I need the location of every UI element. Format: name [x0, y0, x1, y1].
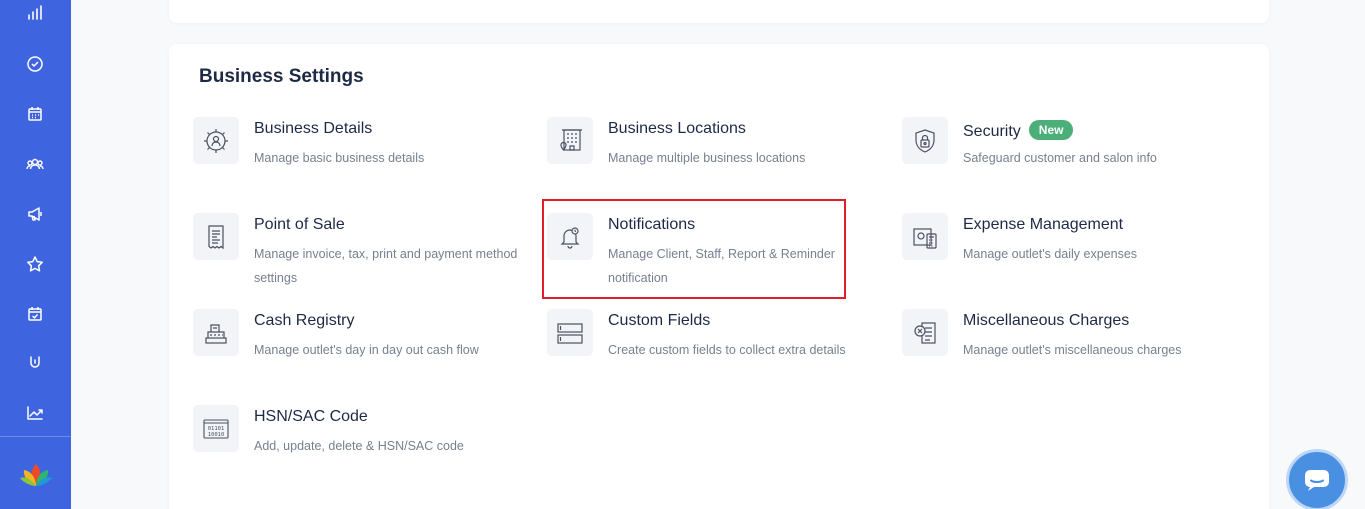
settings-item-point-of-sale[interactable]: Point of Sale Manage invoice, tax, print… [193, 213, 517, 293]
item-title: Miscellaneous Charges [963, 312, 1130, 329]
sidebar [0, 0, 71, 509]
settings-item-hsn-sac-code[interactable]: 01101 10010 HSN/SAC Code Add, update, del… [193, 405, 513, 485]
new-badge: New [1028, 120, 1074, 140]
settings-item-miscellaneous-charges[interactable]: Miscellaneous Charges Manage outlet's mi… [902, 309, 1222, 389]
item-title: Custom Fields [608, 312, 711, 329]
settings-item-custom-fields[interactable]: Custom Fields Create custom fields to co… [547, 309, 867, 389]
chat-bubble-icon [1305, 470, 1329, 491]
brand-logo[interactable] [20, 460, 52, 488]
trend-chart-icon[interactable] [24, 402, 46, 424]
star-icon[interactable] [24, 253, 46, 275]
item-description: Add, update, delete & HSN/SAC code [254, 439, 464, 453]
shield-lock-icon [902, 117, 948, 164]
users-icon[interactable] [24, 153, 46, 175]
item-description: Manage multiple business locations [608, 151, 806, 165]
settings-item-business-locations[interactable]: Business Locations Manage multiple busin… [547, 117, 867, 197]
receipt-icon [193, 213, 239, 260]
stopwatch-icon[interactable] [24, 352, 46, 374]
svg-text:10010: 10010 [208, 432, 225, 438]
item-title: Cash Registry [254, 312, 355, 329]
form-fields-icon [547, 309, 593, 356]
item-description: Manage outlet's day in day out cash flow [254, 343, 479, 357]
settings-item-security[interactable]: Security New Safeguard customer and salon… [902, 117, 1222, 197]
item-title: Business Details [254, 120, 373, 137]
item-title: Expense Management [963, 216, 1124, 233]
business-details-icon [193, 117, 239, 164]
item-title-text: Security [963, 123, 1021, 140]
check-circle-icon[interactable] [24, 53, 46, 75]
chat-widget-button[interactable] [1286, 449, 1348, 509]
calendar-icon[interactable] [24, 103, 46, 125]
item-title: Security New [963, 120, 1074, 141]
previous-settings-card [169, 0, 1269, 23]
item-description: Manage outlet's miscellaneous charges [963, 343, 1182, 357]
calendar-check-icon[interactable] [24, 303, 46, 325]
megaphone-icon[interactable] [24, 203, 46, 225]
item-description: Manage outlet's daily expenses [963, 247, 1138, 261]
item-description: Manage invoice, tax, print and payment m… [254, 247, 518, 285]
sidebar-divider [0, 436, 71, 437]
item-description: Manage basic business details [254, 151, 425, 165]
building-location-icon [547, 117, 593, 164]
expense-calculator-icon [902, 213, 948, 260]
highlight-box [542, 199, 846, 299]
item-description: Safeguard customer and salon info [963, 151, 1157, 165]
binary-code-icon: 01101 10010 [193, 405, 239, 452]
item-description: Create custom fields to collect extra de… [608, 343, 846, 357]
item-title: HSN/SAC Code [254, 408, 368, 425]
settings-item-business-details[interactable]: Business Details Manage basic business d… [193, 117, 513, 197]
cash-register-icon [193, 309, 239, 356]
item-title: Business Locations [608, 120, 746, 137]
settings-item-cash-registry[interactable]: Cash Registry Manage outlet's day in day… [193, 309, 513, 389]
settings-item-expense-management[interactable]: Expense Management Manage outlet's daily… [902, 213, 1222, 293]
bar-chart-icon[interactable] [24, 2, 46, 24]
charges-document-icon [902, 309, 948, 356]
section-title: Business Settings [199, 66, 364, 87]
item-title: Point of Sale [254, 216, 345, 233]
